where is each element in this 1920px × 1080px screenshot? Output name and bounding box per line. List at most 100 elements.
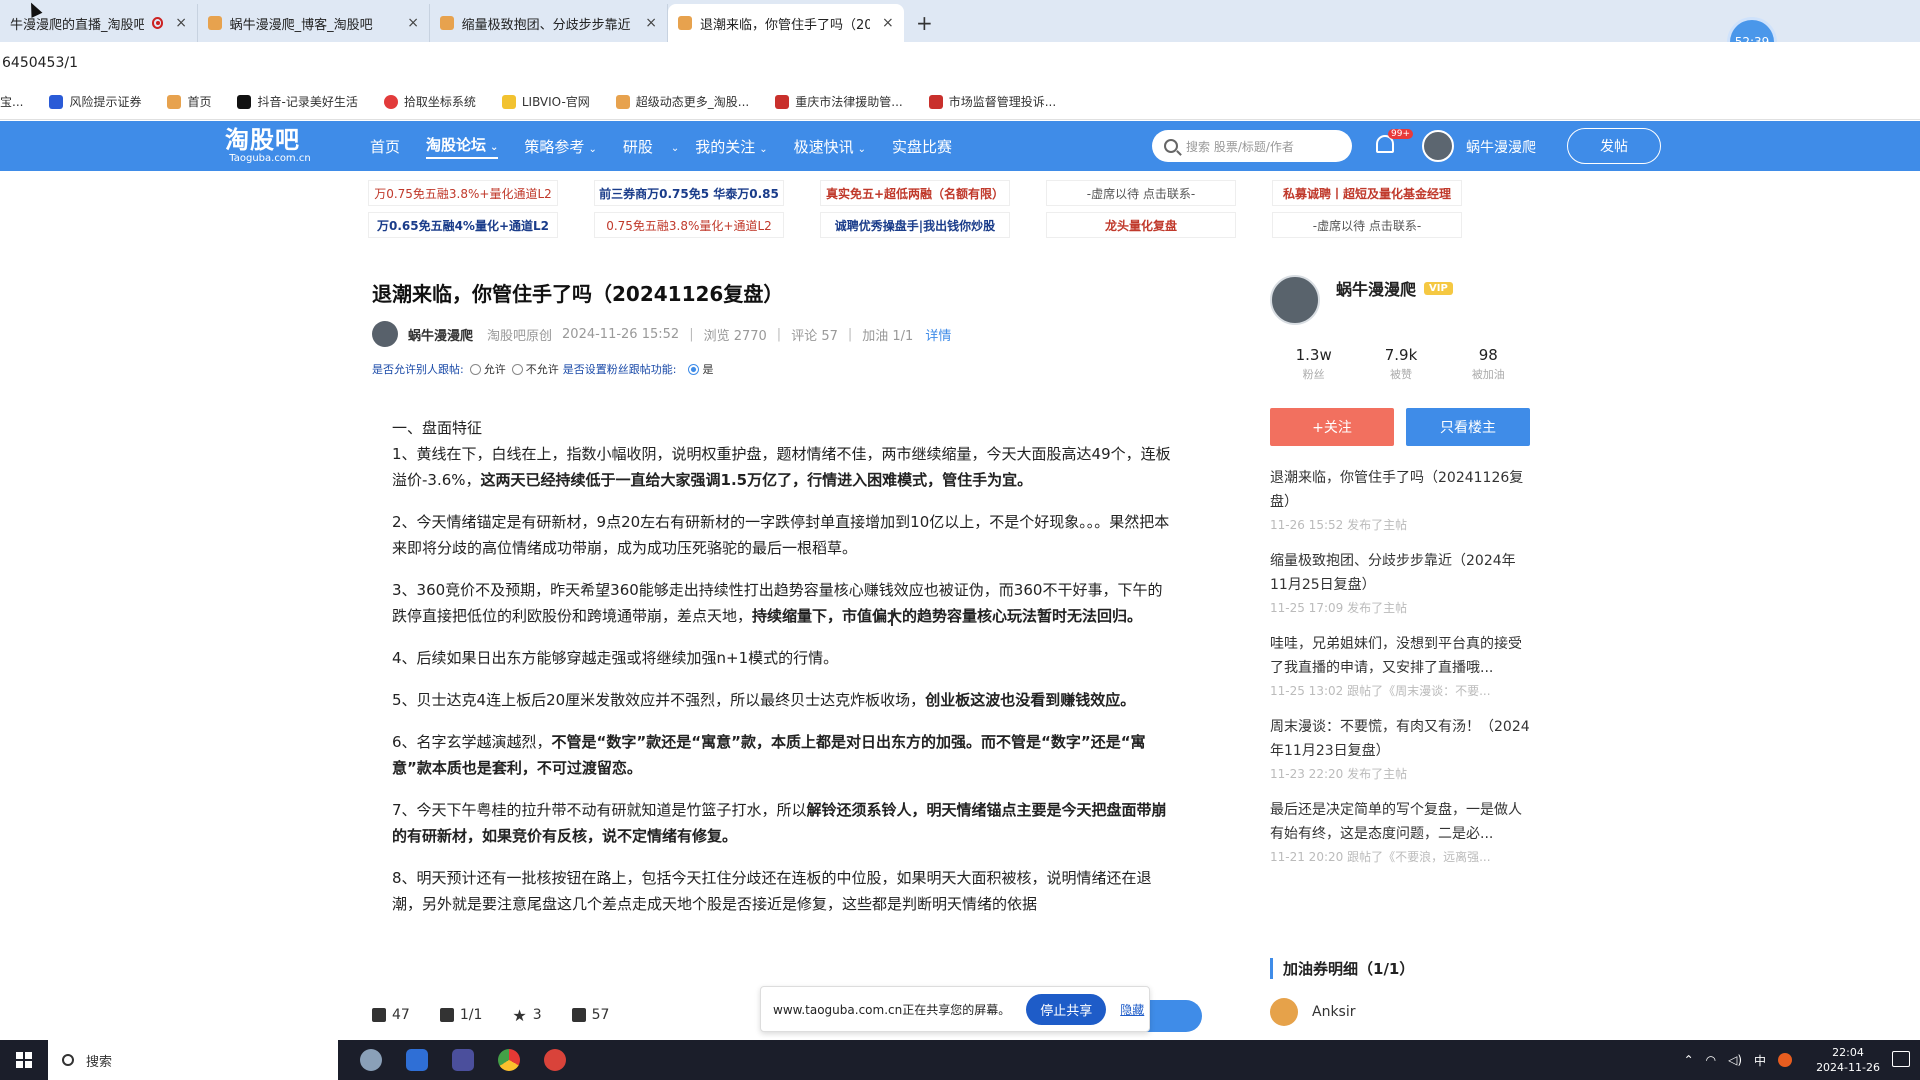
favorite-button[interactable]: ★ 3 xyxy=(512,1006,541,1025)
bookmark-item[interactable]: 市场监督管理投诉... xyxy=(928,93,1057,110)
notification-bell[interactable]: 99+ xyxy=(1376,129,1413,157)
volume-icon[interactable]: ◁) xyxy=(1728,1053,1742,1067)
like-button[interactable]: 47 xyxy=(372,1007,410,1023)
new-tab-button[interactable]: + xyxy=(904,4,945,42)
start-button[interactable] xyxy=(0,1040,48,1080)
search-placeholder: 搜索 股票/标题/作者 xyxy=(1186,139,1294,154)
main-nav: 首页 淘股论坛 ⌄ 策略参考 ⌄ 研股 ⌄ 我的关注 ⌄ 极速快讯 ⌄ 实盘比赛 xyxy=(370,121,978,171)
only-author-button[interactable]: 只看楼主 xyxy=(1406,408,1530,446)
bookmark-item[interactable]: 风险提示证券 xyxy=(49,93,141,110)
ad-link[interactable]: 真实免五+超低两融（名额有限） xyxy=(820,180,1010,206)
nav-username[interactable]: 蜗牛漫漫爬 xyxy=(1466,137,1536,157)
list-item[interactable]: 退潮来临，你管住手了吗（20241126复盘） 11-26 15:52 发布了主帖 xyxy=(1270,466,1532,533)
chevron-down-icon: ⌄ xyxy=(588,143,597,155)
follow-button[interactable]: +关注 xyxy=(1270,408,1394,446)
bookmark-item[interactable]: 宝... xyxy=(0,93,23,110)
bookmark-item[interactable]: 重庆市法律援助管... xyxy=(775,93,903,110)
paragraph-text: 6、名字玄学越演越烈， xyxy=(392,733,552,751)
tab-post-prev[interactable]: 缩量极致抱团、分歧步步靠近 × xyxy=(430,4,668,42)
nav-strategy[interactable]: 策略参考 ⌄ xyxy=(524,136,596,157)
bookmark-label: 抖音-记录美好生活 xyxy=(257,95,358,109)
ad-link[interactable]: 0.75免五融3.8%量化+通道L2 xyxy=(594,212,784,238)
site-header: 淘股吧 Taoguba.com.cn 首页 淘股论坛 ⌄ 策略参考 ⌄ 研股 ⌄ 我… xyxy=(0,121,1920,171)
search-input[interactable]: 搜索 股票/标题/作者 xyxy=(1152,130,1352,162)
ime-indicator[interactable]: 中 xyxy=(1754,1052,1766,1069)
post-button[interactable]: 发帖 xyxy=(1567,128,1661,164)
tab-blog[interactable]: 蜗牛漫漫爬_博客_淘股吧 × xyxy=(198,4,430,42)
paragraph-text: 7、今天下午粤桂的拉升带不动有研就知道是竹篮子打水，所以 xyxy=(392,801,807,819)
bookmark-item[interactable]: 拾取坐标系统 xyxy=(383,93,476,110)
page-indicator[interactable]: 1/1 xyxy=(439,1007,482,1023)
ad-link[interactable]: 诚聘优秀操盘手|我出钱你炒股 xyxy=(820,212,1010,238)
hide-link[interactable]: 隐藏 xyxy=(1120,1001,1144,1018)
taskbar-app[interactable] xyxy=(348,1040,394,1080)
allow-radio[interactable] xyxy=(469,363,481,375)
sidebar-author[interactable]: 蜗牛漫漫爬 VIP xyxy=(1336,276,1453,300)
close-icon[interactable]: × xyxy=(175,15,187,31)
comment-button[interactable]: 57 xyxy=(571,1007,609,1023)
taskbar-app[interactable] xyxy=(440,1040,486,1080)
ad-link[interactable]: 前三券商万0.75免5 华泰万0.85 xyxy=(594,180,784,206)
detail-link[interactable]: 详情 xyxy=(925,325,951,344)
yes-radio[interactable] xyxy=(688,363,700,375)
stat-value: 7.9k xyxy=(1384,346,1418,364)
notification-center-icon[interactable] xyxy=(1892,1051,1910,1067)
taskbar-search[interactable]: 搜索 xyxy=(48,1040,338,1080)
search-icon xyxy=(62,1054,74,1066)
share-text: www.taoguba.com.cn正在共享您的屏幕。 xyxy=(773,1002,1011,1017)
bookmark-item[interactable]: 超级动态更多_淘股... xyxy=(615,93,749,110)
stop-sharing-button[interactable]: 停止共享 xyxy=(1026,993,1107,1025)
ad-link[interactable]: -虚席以待 点击联系- xyxy=(1046,180,1236,206)
disallow-radio[interactable] xyxy=(511,363,523,375)
paragraph: 5、贝士达克4连上板后20厘米发散效应并不强烈，所以最终贝士达克炸板收场，创业板… xyxy=(392,687,1172,713)
bookmark-icon xyxy=(167,94,182,109)
page-title: 退潮来临，你管住手了吗（20241126复盘） xyxy=(372,282,784,306)
tab-current-post[interactable]: 退潮来临，你管住手了吗（202 × xyxy=(668,4,904,42)
avatar[interactable] xyxy=(1422,130,1454,162)
avatar[interactable] xyxy=(372,321,398,347)
bookmark-item[interactable]: 抖音-记录美好生活 xyxy=(237,93,358,110)
author-name[interactable]: 蜗牛漫漫爬 xyxy=(408,325,473,344)
ad-link[interactable]: 万0.75免五融3.8%+量化通道L2 xyxy=(368,180,558,206)
bookmark-item[interactable]: 首页 xyxy=(167,93,211,110)
list-item[interactable]: 周末漫谈：不要慌，有肉又有汤！（2024年11月23日复盘） 11-23 22:2… xyxy=(1270,715,1532,782)
paragraph-bold: 持续缩量下，市值偏大的趋势容量核心玩法暂时无法回归。 xyxy=(752,607,1143,625)
list-item[interactable]: 最后还是决定简单的写个复盘，一是做人有始有终，这是态度问题，二是必... 11-2… xyxy=(1270,798,1532,865)
nav-forum[interactable]: 淘股论坛 ⌄ xyxy=(426,134,499,159)
booster-item[interactable]: Anksir xyxy=(1270,998,1356,1026)
star-icon: ★ xyxy=(512,1005,527,1025)
system-clock[interactable]: 22:04 2024-11-26 xyxy=(1816,1045,1880,1075)
ad-link[interactable]: 龙头量化复盘 xyxy=(1046,212,1236,238)
article: 退潮来临，你管住手了吗（20241126复盘） 蜗牛漫漫爬 淘股吧原创 2024… xyxy=(372,278,1192,933)
app-icon xyxy=(544,1049,566,1071)
bookmark-label: 市场监督管理投诉... xyxy=(948,95,1057,109)
taskbar-app[interactable] xyxy=(394,1040,440,1080)
chevron-up-icon[interactable]: ⌃ xyxy=(1684,1053,1694,1067)
ad-link[interactable]: 私募诚聘丨超短及量化基金经理 xyxy=(1272,180,1462,206)
close-icon[interactable]: × xyxy=(645,15,657,31)
radio-label: 不允许 xyxy=(525,363,559,376)
nav-contest[interactable]: 实盘比赛 xyxy=(892,136,952,157)
ad-link[interactable]: 万0.65免五融4%量化+通道L2 xyxy=(368,212,558,238)
list-item[interactable]: 哇哇，兄弟姐妹们，没想到平台真的接受了我直播的申请，又安排了直播哦... 11-2… xyxy=(1270,632,1532,699)
nav-home[interactable]: 首页 xyxy=(370,136,400,157)
nav-research[interactable]: 研股 xyxy=(623,136,653,157)
bookmark-item[interactable]: LIBVIO-官网 xyxy=(501,93,590,110)
wifi-icon[interactable]: ◠ xyxy=(1706,1053,1716,1067)
chevron-down-icon: ⌄ xyxy=(759,143,768,155)
list-item[interactable]: 缩量极致抱团、分歧步步靠近（2024年11月25日复盘） 11-25 17:09 … xyxy=(1270,549,1532,616)
site-logo[interactable]: 淘股吧 Taoguba.com.cn xyxy=(225,127,315,167)
post-title: 哇哇，兄弟姐妹们，没想到平台真的接受了我直播的申请，又安排了直播哦... xyxy=(1270,636,1522,676)
ime-app-icon[interactable] xyxy=(1778,1053,1793,1067)
avatar[interactable] xyxy=(1270,275,1320,325)
taskbar-app[interactable] xyxy=(532,1040,578,1080)
address-bar[interactable]: 6450453/1 xyxy=(0,42,1920,84)
nav-following[interactable]: 我的关注 ⌄ xyxy=(695,136,767,157)
close-icon[interactable]: × xyxy=(882,15,894,31)
ad-link[interactable]: -虚席以待 点击联系- xyxy=(1272,212,1462,238)
close-icon[interactable]: × xyxy=(407,15,419,31)
nav-research-dropdown[interactable]: ⌄ xyxy=(667,137,679,155)
nav-flash-news[interactable]: 极速快讯 ⌄ xyxy=(794,136,866,157)
bookmark-label: LIBVIO-官网 xyxy=(521,95,590,109)
taskbar-app[interactable] xyxy=(486,1040,532,1080)
